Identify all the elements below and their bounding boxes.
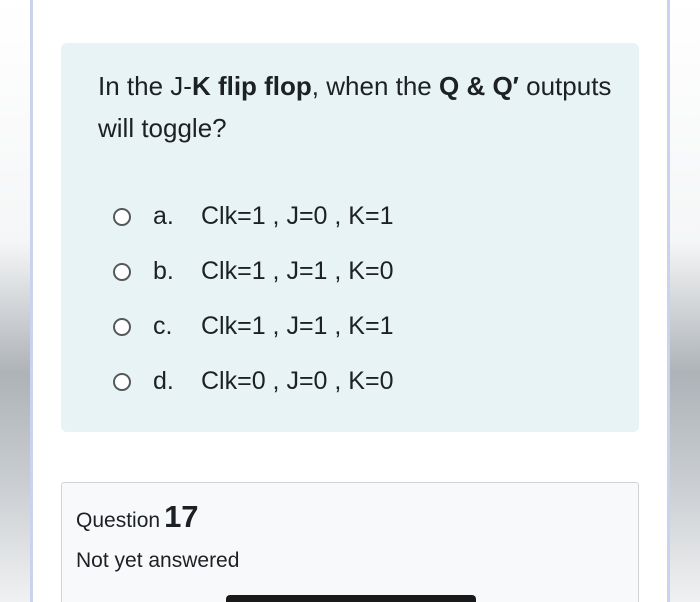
question-card: In the J-K flip flop, when the Q & Q′ ou…	[61, 43, 639, 432]
background-right	[667, 0, 700, 602]
background-left	[0, 0, 33, 602]
radio-button-icon[interactable]	[113, 207, 131, 226]
option-c[interactable]: c. Clk=1 , J=1 , K=1	[113, 299, 393, 354]
option-letter: c.	[153, 312, 173, 340]
option-text: Clk=1 , J=1 , K=0	[201, 257, 394, 285]
question-text-mid: , when the	[311, 71, 439, 101]
option-text: Clk=1 , J=1 , K=1	[201, 312, 394, 340]
question-number-value: 17	[164, 499, 199, 534]
question-text: In the J-K flip flop, when the Q & Q′ ou…	[98, 65, 618, 149]
option-letter: a.	[153, 202, 174, 230]
quiz-page: In the J-K flip flop, when the Q & Q′ ou…	[33, 0, 667, 602]
question-label: Question	[76, 509, 161, 532]
question-info-box: Question 17 Not yet answered	[61, 482, 639, 602]
question-status: Not yet answered	[76, 549, 240, 572]
option-letter: b.	[153, 257, 174, 285]
question-number: Question 17	[76, 499, 199, 535]
radio-button-icon[interactable]	[113, 372, 131, 391]
answer-options: a. Clk=1 , J=0 , K=1 b. Clk=1 , J=1 , K=…	[113, 189, 393, 409]
option-d[interactable]: d. Clk=0 , J=0 , K=0	[113, 354, 393, 409]
question-text-prefix: In the J-	[98, 71, 192, 101]
radio-button-icon[interactable]	[113, 262, 131, 281]
option-text: Clk=1 , J=0 , K=1	[201, 202, 394, 230]
question-text-bold-1: K flip flop	[191, 71, 312, 101]
home-indicator[interactable]	[226, 595, 476, 602]
option-letter: d.	[153, 367, 174, 395]
question-text-bold-2: Q & Q′	[439, 71, 519, 101]
option-b[interactable]: b. Clk=1 , J=1 , K=0	[113, 244, 393, 299]
radio-button-icon[interactable]	[113, 317, 131, 336]
option-text: Clk=0 , J=0 , K=0	[201, 367, 394, 395]
option-a[interactable]: a. Clk=1 , J=0 , K=1	[113, 189, 393, 244]
